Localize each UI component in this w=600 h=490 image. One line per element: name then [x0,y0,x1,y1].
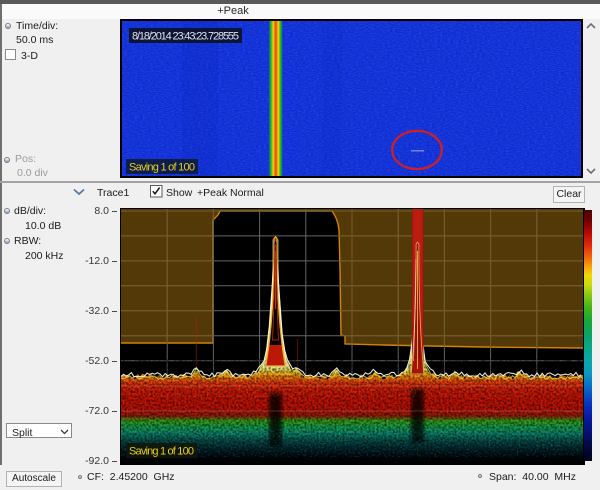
svg-text:8/18/2014 23:43:23.728555: 8/18/2014 23:43:23.728555 [132,31,239,43]
svg-text:Saving 1 of 100: Saving 1 of 100 [129,162,195,174]
svg-text:Saving 1 of 100: Saving 1 of 100 [129,446,194,458]
